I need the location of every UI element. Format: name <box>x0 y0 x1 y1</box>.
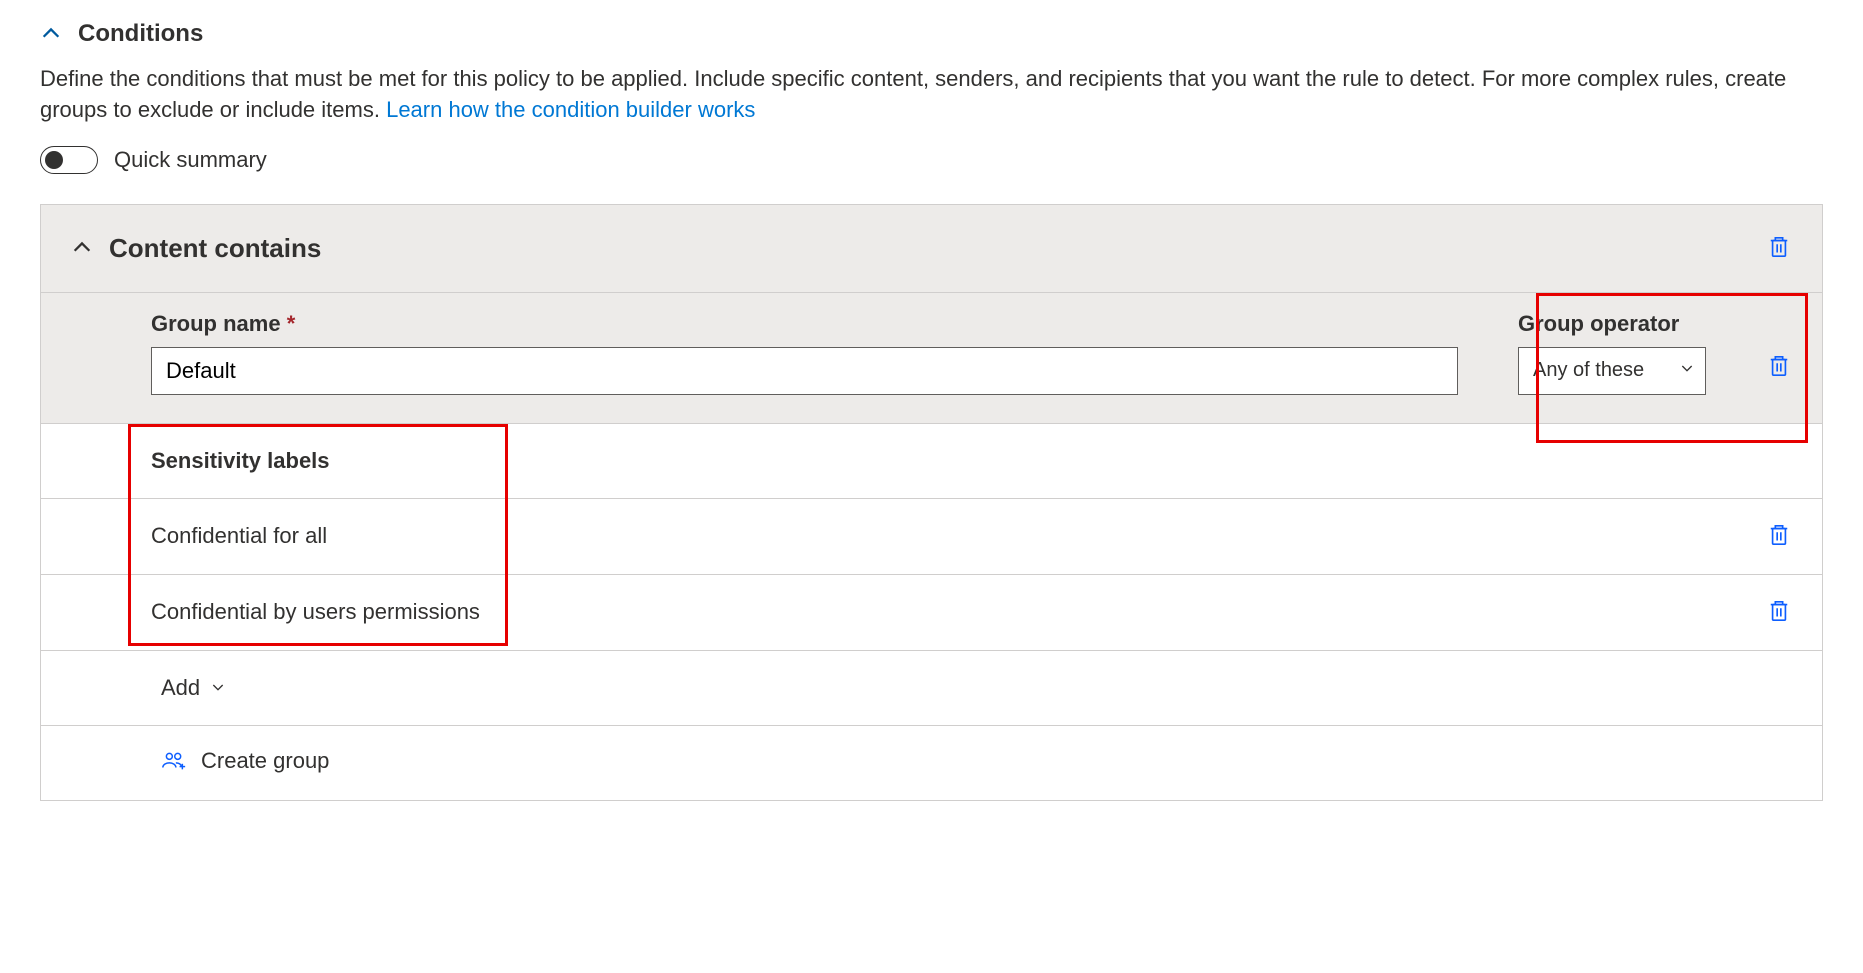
create-group-label: Create group <box>201 748 329 774</box>
chevron-down-icon <box>210 675 226 701</box>
create-group-row: Create group <box>41 726 1822 800</box>
quick-summary-label: Quick summary <box>114 147 267 173</box>
group-config-row: Group name * Group operator Any of these <box>41 293 1822 424</box>
trash-icon <box>1768 354 1790 381</box>
panel-header-left: Content contains <box>71 233 321 264</box>
quick-summary-row: Quick summary <box>40 146 1823 174</box>
add-button-label: Add <box>161 675 200 701</box>
sensitivity-labels-block: Sensitivity labels Confidential for all … <box>41 424 1822 651</box>
delete-group-button[interactable] <box>1766 352 1792 383</box>
group-operator-block: Group operator Any of these <box>1518 311 1706 395</box>
chevron-up-icon[interactable] <box>40 23 62 45</box>
chevron-down-icon <box>1679 359 1695 382</box>
conditions-description: Define the conditions that must be met f… <box>40 64 1823 126</box>
label-name: Confidential by users permissions <box>151 599 480 625</box>
conditions-header: Conditions <box>40 20 1823 48</box>
create-group-button[interactable]: Create group <box>161 748 329 774</box>
trash-icon <box>1768 599 1790 626</box>
label-name: Confidential for all <box>151 523 327 549</box>
trash-icon <box>1768 235 1790 262</box>
trash-icon <box>1768 523 1790 550</box>
group-name-label-text: Group name <box>151 311 281 336</box>
list-item: Confidential by users permissions <box>41 575 1822 651</box>
delete-label-button[interactable] <box>1766 521 1792 552</box>
sensitivity-labels-header: Sensitivity labels <box>41 424 1822 499</box>
group-wrap: Group name * Group operator Any of these <box>41 293 1822 800</box>
group-name-block: Group name * <box>151 311 1458 395</box>
people-add-icon <box>161 750 187 772</box>
conditions-description-text: Define the conditions that must be met f… <box>40 66 1786 122</box>
group-name-label: Group name * <box>151 311 1458 337</box>
toggle-knob <box>45 151 63 169</box>
add-row: Add <box>41 651 1822 726</box>
group-operator-label: Group operator <box>1518 311 1706 337</box>
content-contains-panel: Content contains Group name * Group oper… <box>40 204 1823 801</box>
delete-condition-button[interactable] <box>1766 233 1792 264</box>
quick-summary-toggle[interactable] <box>40 146 98 174</box>
group-name-input[interactable] <box>151 347 1458 395</box>
conditions-title: Conditions <box>78 20 203 48</box>
content-contains-title: Content contains <box>109 233 321 264</box>
delete-label-button[interactable] <box>1766 597 1792 628</box>
content-contains-header: Content contains <box>41 205 1822 293</box>
list-item: Confidential for all <box>41 499 1822 575</box>
learn-link[interactable]: Learn how the condition builder works <box>386 97 755 122</box>
group-operator-select[interactable]: Any of these <box>1518 347 1706 395</box>
required-asterisk: * <box>287 311 296 336</box>
group-operator-value: Any of these <box>1533 359 1644 382</box>
add-button[interactable]: Add <box>161 675 226 701</box>
chevron-up-icon[interactable] <box>71 237 93 259</box>
